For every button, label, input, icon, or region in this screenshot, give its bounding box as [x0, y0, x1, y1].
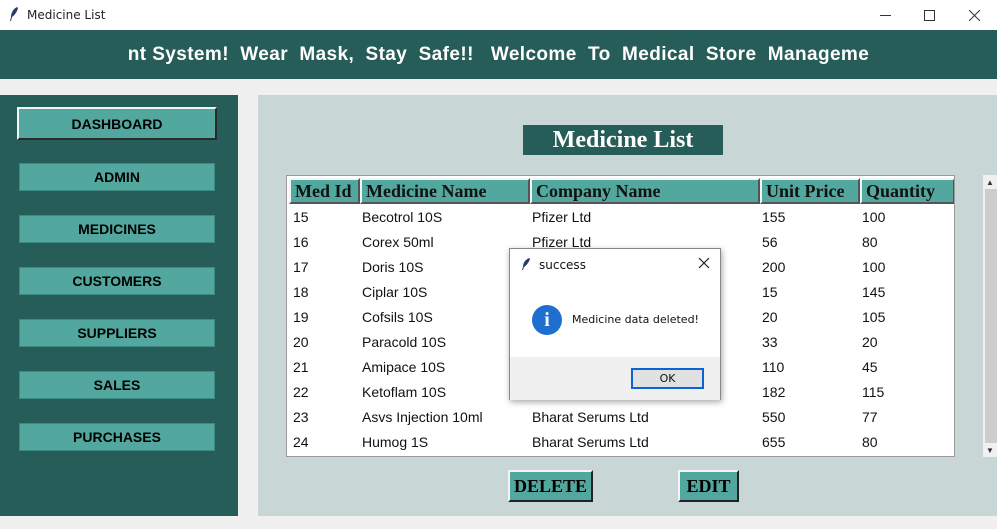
column-header-unit-price[interactable]: Unit Price — [760, 178, 860, 204]
scrollbar-thumb[interactable] — [985, 189, 997, 443]
cell-med-id: 18 — [293, 284, 309, 300]
feather-icon — [522, 258, 530, 270]
cell-quantity: 100 — [862, 259, 886, 275]
edit-button[interactable]: EDIT — [678, 470, 739, 502]
cell-med-id: 20 — [293, 334, 309, 350]
cell-quantity: 45 — [862, 359, 878, 375]
minimize-icon — [879, 14, 891, 16]
page-title: Medicine List — [523, 125, 723, 155]
cell-quantity: 100 — [862, 209, 886, 225]
cell-med-id: 24 — [293, 434, 309, 450]
cell-med-id: 16 — [293, 234, 309, 250]
cell-medicine-name: Cofsils 10S — [362, 309, 433, 325]
cell-med-id: 22 — [293, 384, 309, 400]
sidebar-item-purchases[interactable]: PURCHASES — [19, 423, 215, 451]
cell-medicine-name: Corex 50ml — [362, 234, 434, 250]
table-row[interactable]: 15 Becotrol 10S Pfizer Ltd 155 100 — [287, 205, 953, 230]
cell-company-name: Bharat Serums Ltd — [532, 409, 649, 425]
info-icon: i — [532, 305, 562, 335]
sidebar-item-customers[interactable]: CUSTOMERS — [19, 267, 215, 295]
dialog-message: Medicine data deleted! — [572, 313, 699, 326]
window-titlebar: Medicine List — [0, 0, 997, 30]
close-icon — [968, 9, 980, 21]
sidebar-item-admin[interactable]: ADMIN — [19, 163, 215, 191]
column-header-med-id[interactable]: Med Id — [289, 178, 360, 204]
cell-unit-price: 15 — [762, 284, 778, 300]
sidebar-item-sales[interactable]: SALES — [19, 371, 215, 399]
cell-med-id: 17 — [293, 259, 309, 275]
cell-quantity: 80 — [862, 234, 878, 250]
cell-unit-price: 20 — [762, 309, 778, 325]
cell-company-name: Bharat Serums Ltd — [532, 434, 649, 450]
cell-quantity: 77 — [862, 409, 878, 425]
cell-medicine-name: Asvs Injection 10ml — [362, 409, 483, 425]
cell-quantity: 115 — [862, 384, 885, 400]
cell-med-id: 19 — [293, 309, 309, 325]
table-row[interactable]: 24 Humog 1S Bharat Serums Ltd 655 80 — [287, 430, 953, 455]
table-row[interactable]: 23 Asvs Injection 10ml Bharat Serums Ltd… — [287, 405, 953, 430]
cell-medicine-name: Ketoflam 10S — [362, 384, 447, 400]
cell-unit-price: 200 — [762, 259, 786, 275]
cell-medicine-name: Humog 1S — [362, 434, 429, 450]
close-icon[interactable] — [696, 255, 712, 271]
feather-icon — [10, 7, 18, 21]
window-title: Medicine List — [27, 8, 106, 22]
cell-company-name: Pfizer Ltd — [532, 209, 592, 225]
column-header-medicine-name[interactable]: Medicine Name — [360, 178, 530, 204]
table-scrollbar[interactable]: ▲ ▼ — [983, 175, 997, 457]
cell-medicine-name: Amipace 10S — [362, 359, 446, 375]
dialog-title: success — [539, 258, 586, 272]
sidebar-item-medicines[interactable]: MEDICINES — [19, 215, 215, 243]
success-dialog: success i Medicine data deleted! OK — [509, 248, 721, 400]
delete-button[interactable]: DELETE — [508, 470, 593, 502]
maximize-icon — [923, 9, 935, 21]
sidebar-item-suppliers[interactable]: SUPPLIERS — [19, 319, 215, 347]
cell-quantity: 105 — [862, 309, 886, 325]
cell-medicine-name: Ciplar 10S — [362, 284, 428, 300]
ok-button[interactable]: OK — [631, 368, 704, 389]
column-header-company-name[interactable]: Company Name — [530, 178, 760, 204]
dialog-footer: OK — [510, 357, 720, 400]
cell-unit-price: 33 — [762, 334, 778, 350]
cell-quantity: 80 — [862, 434, 878, 450]
cell-unit-price: 550 — [762, 409, 786, 425]
cell-medicine-name: Paracold 10S — [362, 334, 447, 350]
cell-med-id: 21 — [293, 359, 309, 375]
cell-unit-price: 110 — [762, 359, 785, 375]
welcome-banner: nt System! Wear Mask, Stay Safe!! Welcom… — [0, 30, 997, 79]
minimize-button[interactable] — [862, 0, 908, 30]
column-header-quantity[interactable]: Quantity — [860, 178, 954, 204]
delete-button-label: DELETE — [510, 472, 591, 500]
sidebar-item-dashboard[interactable]: DASHBOARD — [17, 107, 217, 140]
scroll-up-arrow-icon[interactable]: ▲ — [983, 175, 997, 189]
cell-quantity: 145 — [862, 284, 886, 300]
maximize-button[interactable] — [906, 0, 952, 30]
edit-button-label: EDIT — [680, 472, 737, 500]
cell-unit-price: 155 — [762, 209, 786, 225]
close-window-button[interactable] — [951, 0, 997, 30]
cell-unit-price: 182 — [762, 384, 786, 400]
cell-medicine-name: Becotrol 10S — [362, 209, 443, 225]
cell-med-id: 15 — [293, 209, 309, 225]
sidebar: DASHBOARD ADMIN MEDICINES CUSTOMERS SUPP… — [0, 95, 238, 516]
cell-quantity: 20 — [862, 334, 878, 350]
cell-med-id: 23 — [293, 409, 309, 425]
cell-unit-price: 655 — [762, 434, 786, 450]
cell-unit-price: 56 — [762, 234, 778, 250]
cell-medicine-name: Doris 10S — [362, 259, 424, 275]
scroll-down-arrow-icon[interactable]: ▼ — [983, 443, 997, 457]
